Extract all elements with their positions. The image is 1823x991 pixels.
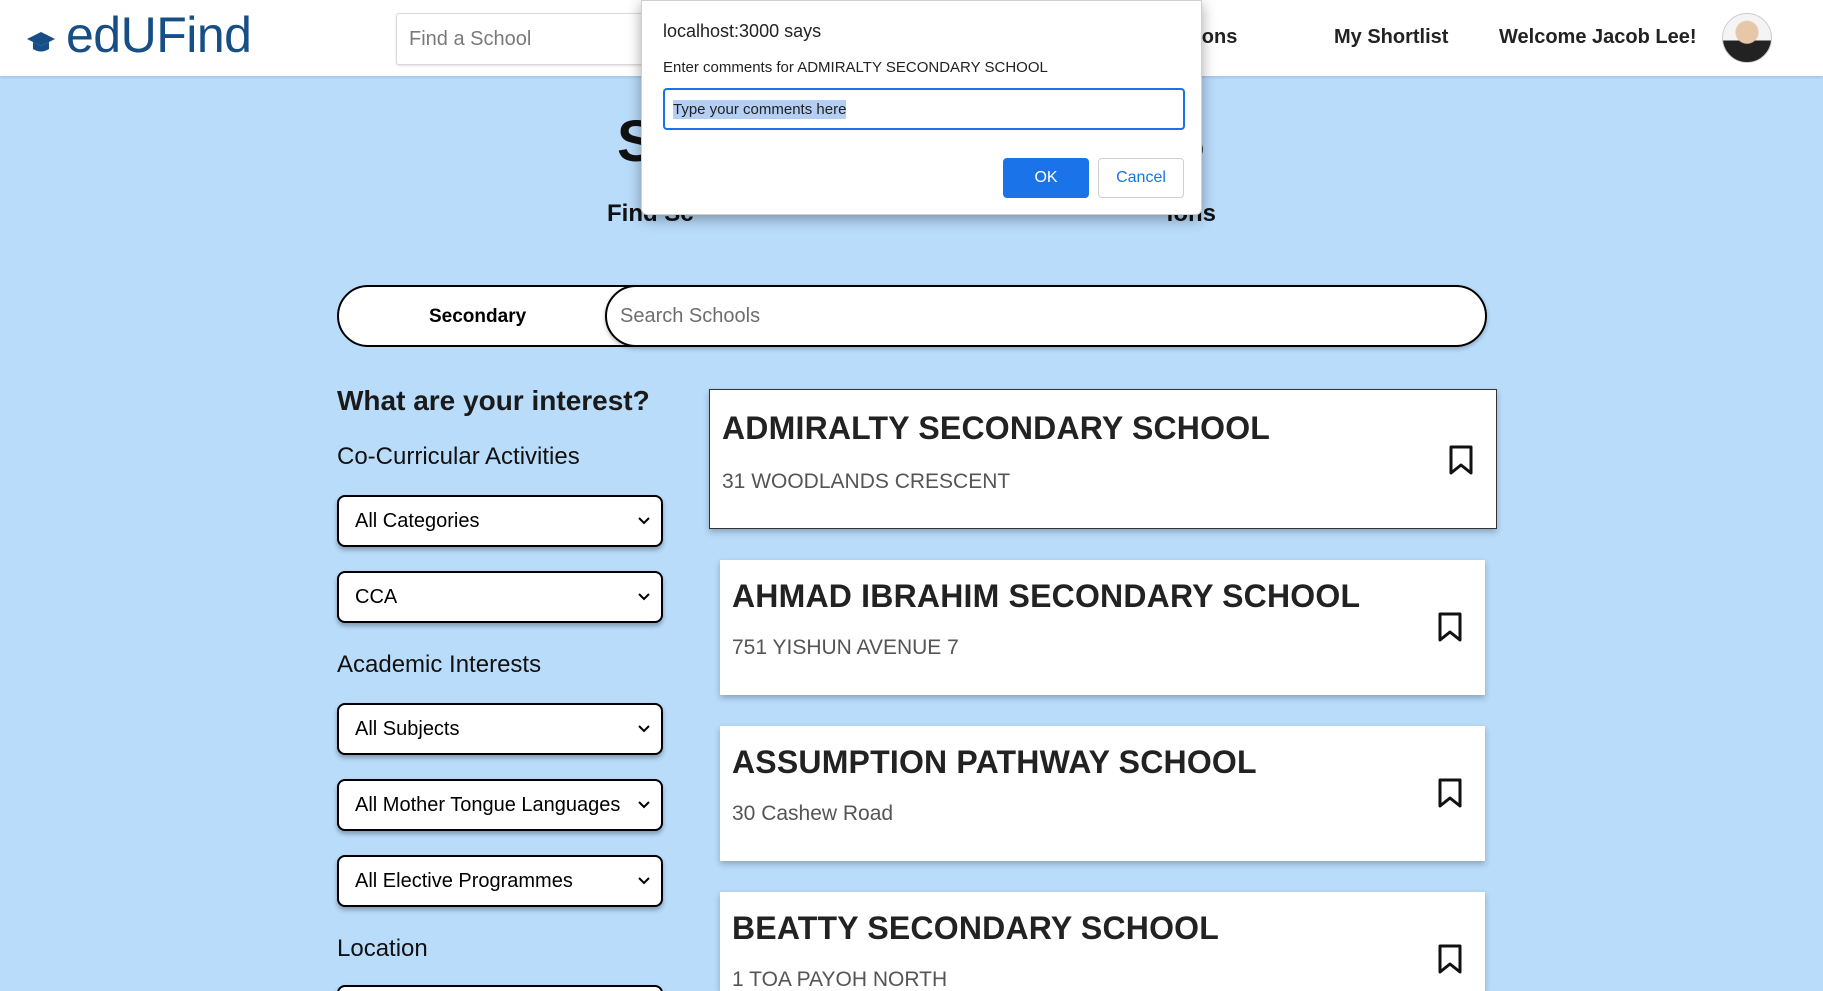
bookmark-icon[interactable] xyxy=(1437,777,1463,809)
chevron-down-icon xyxy=(638,725,650,733)
search-schools-input[interactable] xyxy=(605,285,1487,347)
school-card[interactable]: ADMIRALTY SECONDARY SCHOOL 31 WOODLANDS … xyxy=(709,389,1497,529)
comment-prompt-dialog: localhost:3000 says Enter comments for A… xyxy=(641,0,1202,215)
brand-logo[interactable]: edUFind xyxy=(26,6,252,64)
subjects-value: All Subjects xyxy=(355,717,460,740)
mother-tongue-select[interactable]: All Mother Tongue Languages xyxy=(337,779,663,831)
level-toggle[interactable]: Secondary xyxy=(429,306,526,328)
school-address: 30 Cashew Road xyxy=(732,802,894,825)
school-name: ASSUMPTION PATHWAY SCHOOL xyxy=(732,744,1257,780)
mother-tongue-value: All Mother Tongue Languages xyxy=(355,793,621,816)
location-select[interactable] xyxy=(337,985,663,991)
school-search-bar: Secondary xyxy=(337,285,1487,347)
school-name: AHMAD IBRAHIM SECONDARY SCHOOL xyxy=(732,578,1361,614)
elective-value: All Elective Programmes xyxy=(355,869,573,892)
avatar[interactable] xyxy=(1722,13,1772,63)
interest-heading: What are your interest? xyxy=(337,385,650,416)
welcome-text: Welcome Jacob Lee! xyxy=(1499,26,1697,48)
ok-button[interactable]: OK xyxy=(1003,158,1089,198)
school-card[interactable]: BEATTY SECONDARY SCHOOL 1 TOA PAYOH NORT… xyxy=(720,892,1485,991)
graduation-cap-icon xyxy=(27,32,55,52)
school-name: ADMIRALTY SECONDARY SCHOOL xyxy=(722,410,1271,446)
school-address: 751 YISHUN AVENUE 7 xyxy=(732,636,959,659)
bookmark-icon[interactable] xyxy=(1448,444,1474,476)
chevron-down-icon xyxy=(638,593,650,601)
school-address: 31 WOODLANDS CRESCENT xyxy=(722,470,1011,493)
brand-name: edUFind xyxy=(66,7,252,63)
subjects-select[interactable]: All Subjects xyxy=(337,703,663,755)
school-address: 1 TOA PAYOH NORTH xyxy=(732,968,948,991)
nav-my-shortlist[interactable]: My Shortlist xyxy=(1334,26,1448,49)
chevron-down-icon xyxy=(638,517,650,525)
cca-label: Co-Curricular Activities xyxy=(337,443,580,470)
elective-select[interactable]: All Elective Programmes xyxy=(337,855,663,907)
dialog-origin: localhost:3000 says xyxy=(663,21,822,41)
chevron-down-icon xyxy=(638,801,650,809)
location-label: Location xyxy=(337,935,428,962)
school-card[interactable]: ASSUMPTION PATHWAY SCHOOL 30 Cashew Road xyxy=(720,726,1485,861)
school-card[interactable]: AHMAD IBRAHIM SECONDARY SCHOOL 751 YISHU… xyxy=(720,560,1485,695)
bookmark-icon[interactable] xyxy=(1437,611,1463,643)
comment-input[interactable]: Type your comments here xyxy=(663,88,1185,130)
dialog-message: Enter comments for ADMIRALTY SECONDARY S… xyxy=(663,59,1048,76)
cca-value: CCA xyxy=(355,585,398,608)
cca-select[interactable]: CCA xyxy=(337,571,663,623)
comment-input-value: Type your comments here xyxy=(673,99,847,119)
academic-label: Academic Interests xyxy=(337,651,542,678)
cca-category-value: All Categories xyxy=(355,509,480,532)
cancel-button[interactable]: Cancel xyxy=(1098,158,1184,198)
bookmark-icon[interactable] xyxy=(1437,943,1463,975)
chevron-down-icon xyxy=(638,877,650,885)
school-name: BEATTY SECONDARY SCHOOL xyxy=(732,910,1220,946)
cca-category-select[interactable]: All Categories xyxy=(337,495,663,547)
